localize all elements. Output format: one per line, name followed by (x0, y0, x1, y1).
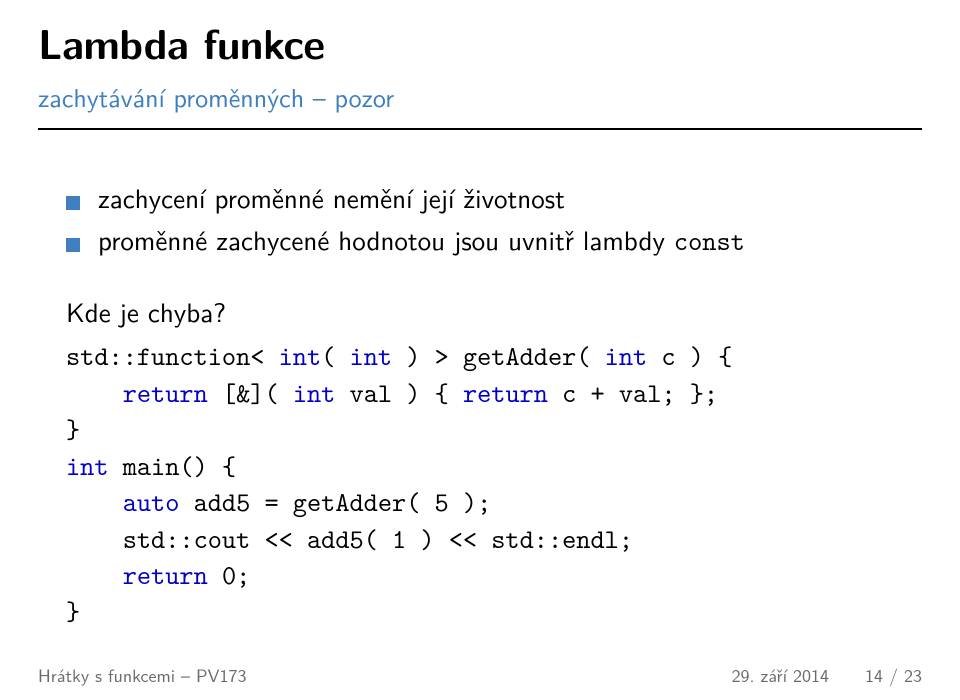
code-text (66, 557, 123, 593)
footer-page: 14 / 23 (865, 661, 922, 688)
footer-left: Hrátky s funkcemi – PV173 (38, 661, 247, 688)
code-type: int (605, 338, 648, 374)
bullet-marker-icon (66, 196, 80, 210)
footer-date: 29. září 2014 (732, 661, 829, 688)
code-keyword: auto (123, 484, 180, 520)
question-label: Kde je chyba? (66, 294, 900, 330)
inline-code: const (674, 223, 745, 259)
bullet-list: zachycení proměnné nemění její životnost… (66, 180, 900, 260)
code-type: int (350, 338, 393, 374)
code-text: c ) { (647, 338, 732, 374)
code-text (66, 375, 123, 411)
code-text: std::cout << add5( 1 ) << std::endl; (66, 521, 633, 557)
code-keyword: return (123, 375, 208, 411)
code-text: } (66, 411, 80, 447)
code-keyword: return (123, 557, 208, 593)
bullet-item: zachycení proměnné nemění její životnost (66, 180, 900, 216)
code-type: int (279, 338, 322, 374)
code-text: [&]( (208, 375, 293, 411)
slide-subtitle: zachytávání proměnných – pozor (38, 78, 922, 116)
slide-header: Lambda funkce zachytávání proměnných – p… (0, 0, 960, 130)
code-text: c + val; }; (548, 375, 718, 411)
bullet-text-part: proměnné zachycené hodnotou jsou uvnitř … (98, 220, 674, 259)
code-text: val ) { (335, 375, 463, 411)
slide: Lambda funkce zachytávání proměnných – p… (0, 0, 960, 700)
code-text: } (66, 593, 80, 629)
code-text: ( (321, 338, 349, 374)
bullet-text: zachycení proměnné nemění její životnost (98, 180, 565, 216)
code-type: int (293, 375, 336, 411)
code-text (66, 484, 123, 520)
bullet-marker-icon (66, 238, 80, 252)
code-text: ) > getAdder( (392, 338, 605, 374)
code-text: std::function< (66, 338, 279, 374)
slide-footer: Hrátky s funkcemi – PV173 29. září 2014 … (0, 661, 960, 688)
code-keyword: return (463, 375, 548, 411)
code-text: main() { (109, 448, 237, 484)
code-text: 0; (208, 557, 251, 593)
bullet-item: proměnné zachycené hodnotou jsou uvnitř … (66, 222, 900, 259)
header-divider (38, 128, 922, 130)
code-type: int (66, 448, 109, 484)
footer-right: 29. září 2014 14 / 23 (732, 661, 922, 688)
slide-body: zachycení proměnné nemění její životnost… (0, 138, 960, 630)
slide-title: Lambda funkce (38, 12, 922, 72)
code-block: std::function< int( int ) > getAdder( in… (66, 338, 900, 630)
code-text: add5 = getAdder( 5 ); (179, 484, 491, 520)
bullet-text: proměnné zachycené hodnotou jsou uvnitř … (98, 222, 745, 259)
